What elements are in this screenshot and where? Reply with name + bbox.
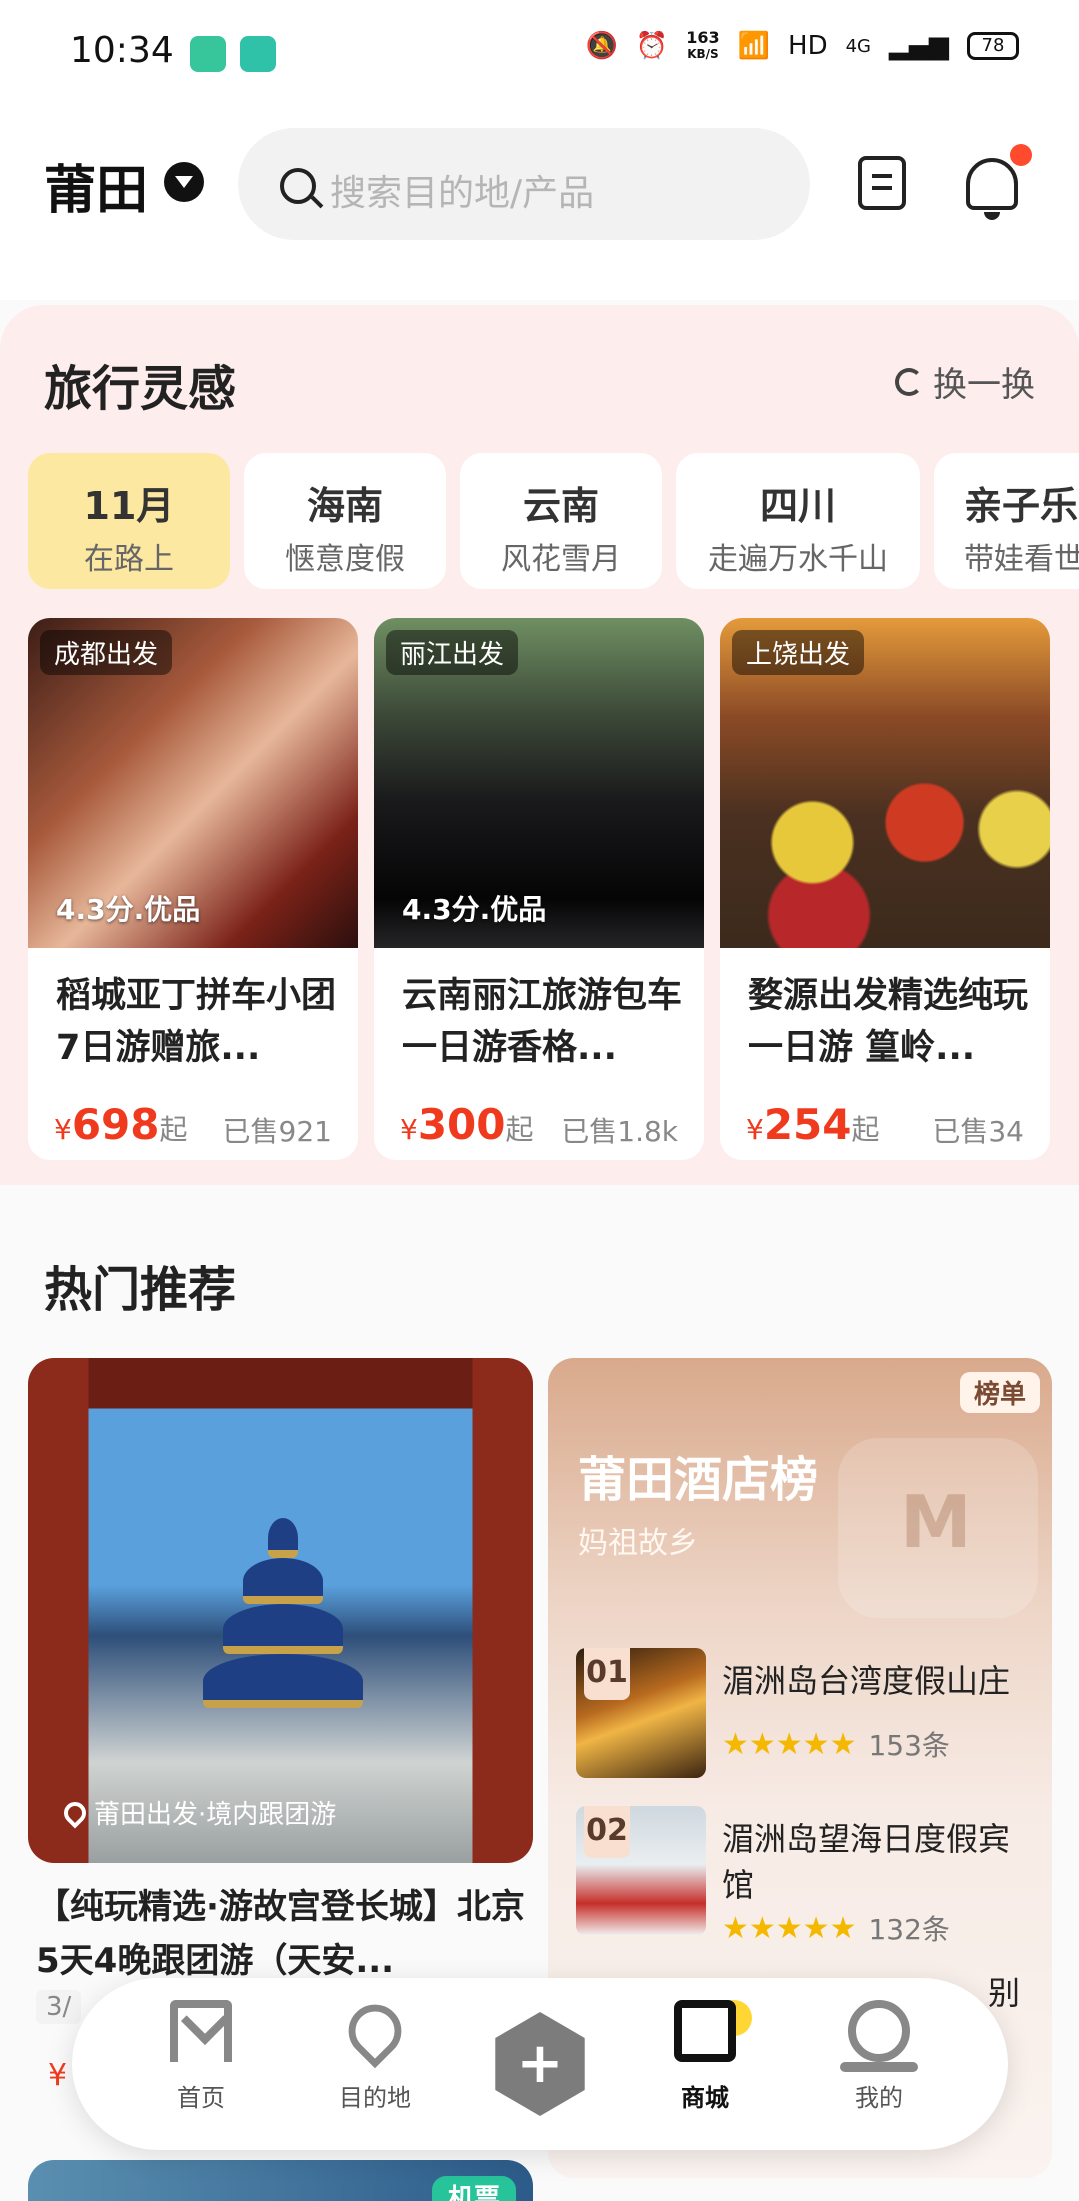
- refresh-icon: [895, 367, 923, 396]
- mute-icon: 🔕: [585, 31, 618, 61]
- rating-label: 4.3分.优品: [56, 893, 201, 926]
- city-selector[interactable]: 莆田: [44, 148, 148, 223]
- tour-location-tag: 莆田出发·境内跟团游: [48, 1788, 352, 1837]
- location-icon: [337, 1993, 413, 2069]
- status-icons: 🔕 ⏰ 163 KB/S 📶 HD 4G ▂▄▆ 78: [585, 30, 1019, 62]
- wifi-icon: 📶: [737, 31, 771, 61]
- hot-section-title: 热门推荐: [44, 1262, 237, 1318]
- flight-badge: 机票: [432, 2176, 517, 2201]
- rating-label: 4.3分.优品: [402, 893, 547, 926]
- product-price: ¥300起: [400, 1100, 534, 1149]
- rank-number: 01: [584, 1648, 630, 1700]
- product-card[interactable]: 丽江出发 4.3分.优品 云南丽江旅游包车一日游香格... ¥300起 已售1.…: [374, 618, 704, 1160]
- tab-november[interactable]: 11月 在路上: [28, 453, 230, 589]
- departure-badge: 上饶出发: [732, 630, 865, 675]
- product-price: ¥254起: [746, 1100, 880, 1149]
- orders-icon[interactable]: [858, 156, 906, 210]
- refresh-button[interactable]: 换一换: [895, 357, 1035, 406]
- network-speed: 163 KB/S: [686, 28, 720, 62]
- sold-count: 已售34: [932, 1115, 1024, 1148]
- product-price: ¥698起: [54, 1100, 188, 1149]
- ranking-title: 莆田酒店榜: [578, 1452, 819, 1508]
- battery-icon: 78: [967, 32, 1019, 60]
- tab-family[interactable]: 亲子乐 带娃看世: [934, 453, 1079, 589]
- travel-inspiration-section: 旅行灵感 换一换 11月 在路上 海南 惬意度假 云南 风花雪月 四川 走遍万水…: [0, 305, 1079, 1185]
- laurel-badge-icon: [838, 1438, 1038, 1618]
- network-type: 4G: [845, 35, 871, 57]
- sold-count: 已售1.8k: [561, 1115, 678, 1148]
- featured-tour-image: 莆田出发·境内跟团游: [28, 1358, 533, 1863]
- ranking-peek-text: 别: [988, 1974, 1021, 2012]
- nav-destination[interactable]: 目的地: [300, 1993, 450, 2113]
- music-notification-icon: [240, 36, 276, 72]
- product-title: 云南丽江旅游包车一日游香格...: [402, 976, 683, 1068]
- search-placeholder: 搜索目的地/产品: [330, 173, 595, 214]
- add-button[interactable]: +: [495, 2012, 585, 2116]
- product-card[interactable]: 成都出发 4.3分.优品 稻城亚丁拼车小团7日游赠旅... ¥698起 已售92…: [28, 618, 358, 1160]
- tab-yunnan[interactable]: 云南 风花雪月: [460, 453, 662, 589]
- app-screen: 10:34 🔕 ⏰ 163 KB/S 📶 HD 4G ▂▄▆ 78 莆田 搜索目…: [0, 0, 1079, 2201]
- section-title: 旅行灵感: [44, 361, 237, 417]
- top-header: 莆田 搜索目的地/产品: [0, 110, 1079, 300]
- ranking-subtitle: 妈祖故乡: [578, 1526, 698, 1561]
- nav-home[interactable]: 首页: [126, 2000, 276, 2113]
- nav-profile[interactable]: 我的: [804, 2000, 954, 2113]
- product-title: 稻城亚丁拼车小团7日游赠旅...: [56, 976, 337, 1068]
- location-pin-icon: [59, 1796, 91, 1829]
- tour-date-chip: 3/: [36, 1990, 82, 2024]
- featured-tour-title: 【纯玩精选·游故宫登长城】北京5天4晚跟团游（天安...: [36, 1887, 525, 1981]
- ranking-item[interactable]: 01 湄洲岛台湾度假山庄 ★★★★★ 153条: [576, 1648, 1036, 1788]
- chevron-down-icon[interactable]: [164, 162, 204, 202]
- star-rating: ★★★★★ 153条: [722, 1726, 950, 1763]
- app-notification-icon: [190, 36, 226, 72]
- refresh-label: 换一换: [933, 365, 1035, 405]
- inspiration-cards: 成都出发 4.3分.优品 稻城亚丁拼车小团7日游赠旅... ¥698起 已售92…: [28, 618, 1079, 1168]
- tab-sichuan[interactable]: 四川 走遍万水千山: [676, 453, 920, 589]
- nav-mall[interactable]: 商城: [630, 2000, 780, 2113]
- hotel-name: 湄洲岛台湾度假山庄: [722, 1662, 1011, 1700]
- tour-price: ¥: [48, 2058, 68, 2093]
- status-bar: 10:34 🔕 ⏰ 163 KB/S 📶 HD 4G ▂▄▆ 78: [0, 0, 1079, 110]
- product-title: 婺源出发精选纯玩一日游 篁岭...: [748, 976, 1029, 1068]
- temple-illustration: [198, 1518, 368, 1718]
- bottom-nav: 首页 目的地 + 商城 我的: [72, 1978, 1008, 2150]
- departure-badge: 丽江出发: [386, 630, 519, 675]
- status-time: 10:34: [70, 30, 174, 71]
- hotel-name: 湄洲岛望海日度假宾馆: [722, 1820, 1011, 1904]
- search-input[interactable]: 搜索目的地/产品: [238, 128, 810, 240]
- home-icon: [170, 2000, 232, 2062]
- ranking-item[interactable]: 02 湄洲岛望海日度假宾馆 ★★★★★ 132条: [576, 1806, 1036, 1946]
- tab-hainan[interactable]: 海南 惬意度假: [244, 453, 446, 589]
- product-card[interactable]: 上饶出发 婺源出发精选纯玩一日游 篁岭... ¥254起 已售34: [720, 618, 1050, 1160]
- profile-icon: [840, 2000, 918, 2072]
- bell-icon[interactable]: [966, 158, 1018, 220]
- search-icon: [280, 168, 316, 204]
- inspiration-tabs: 11月 在路上 海南 惬意度假 云南 风花雪月 四川 走遍万水千山 亲子乐 带娃…: [28, 453, 1079, 593]
- shopping-bag-icon: [674, 2000, 736, 2062]
- signal-icon: ▂▄▆: [889, 31, 949, 61]
- hd-label: HD: [788, 31, 828, 61]
- notification-dot: [1010, 144, 1032, 166]
- rank-number: 02: [584, 1806, 630, 1858]
- star-rating: ★★★★★ 132条: [722, 1910, 950, 1947]
- ranking-badge: 榜单: [959, 1372, 1040, 1413]
- departure-badge: 成都出发: [40, 630, 173, 675]
- alarm-icon: ⏰: [635, 31, 669, 61]
- sold-count: 已售921: [222, 1115, 332, 1148]
